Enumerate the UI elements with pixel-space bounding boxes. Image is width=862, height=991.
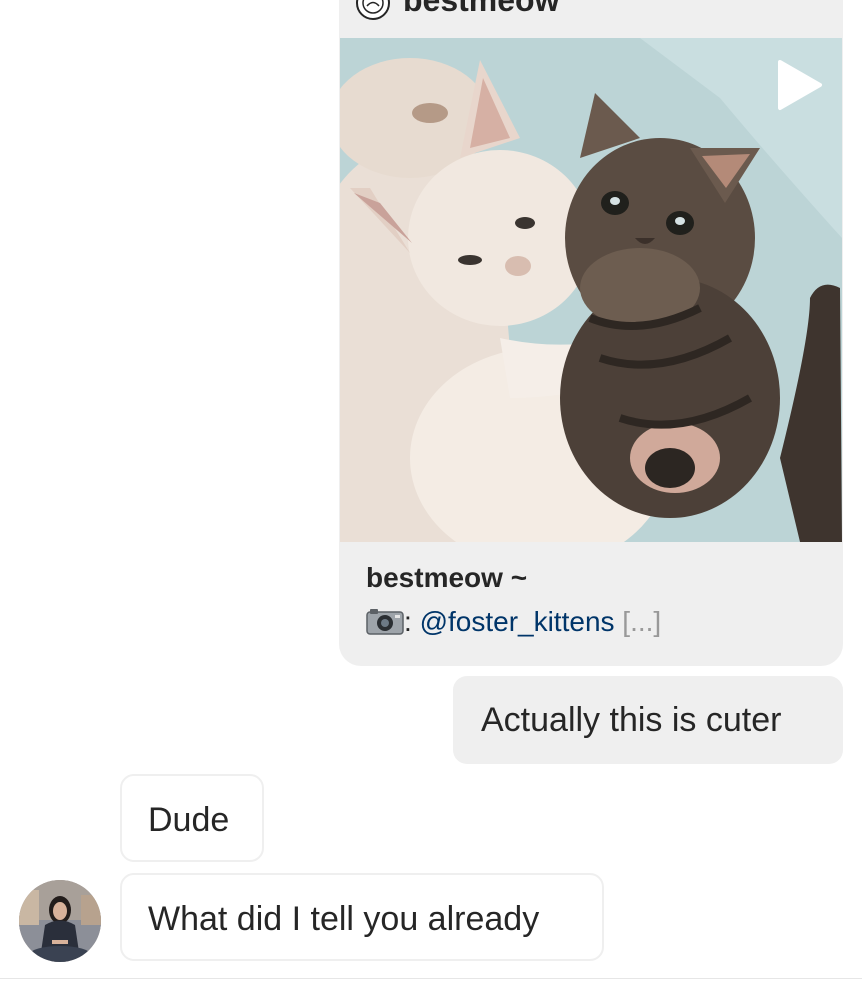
sent-message-bubble[interactable]: Actually this is cuter xyxy=(453,676,843,764)
camera-emoji-icon xyxy=(366,609,404,635)
received-message-bubble[interactable]: What did I tell you already xyxy=(120,873,604,961)
shared-post-footer[interactable]: bestmeow ~ : @foster_kittens [...] xyxy=(339,542,843,666)
message-text: Dude xyxy=(148,801,230,839)
kittens-photo xyxy=(340,38,842,542)
message-text: Actually this is cuter xyxy=(481,701,782,739)
shared-post-video-thumbnail[interactable] xyxy=(340,38,842,542)
caption-more[interactable]: [...] xyxy=(622,606,661,637)
play-icon[interactable] xyxy=(774,58,824,112)
shared-post-caption: : @foster_kittens [...] xyxy=(366,604,661,640)
shared-post-header[interactable]: bestmeow xyxy=(339,0,843,38)
received-message-bubble[interactable]: Dude xyxy=(120,774,264,862)
shared-post-title: bestmeow ~ xyxy=(366,562,528,593)
message-text: What did I tell you already xyxy=(148,900,540,938)
shared-post-card[interactable]: bestmeow bestmeow ~: @foster_kittens [.… xyxy=(339,0,843,666)
sender-avatar[interactable] xyxy=(19,880,101,962)
direct-message-thread: bestmeow bestmeow ~: @foster_kittens [.… xyxy=(0,0,862,991)
account-logo-icon[interactable] xyxy=(356,0,390,20)
divider xyxy=(0,978,862,979)
avatar-photo xyxy=(19,880,101,962)
shared-post-username[interactable]: bestmeow xyxy=(403,0,559,20)
caption-mention-link[interactable]: @foster_kittens xyxy=(420,606,615,637)
caption-separator: : xyxy=(404,606,412,637)
